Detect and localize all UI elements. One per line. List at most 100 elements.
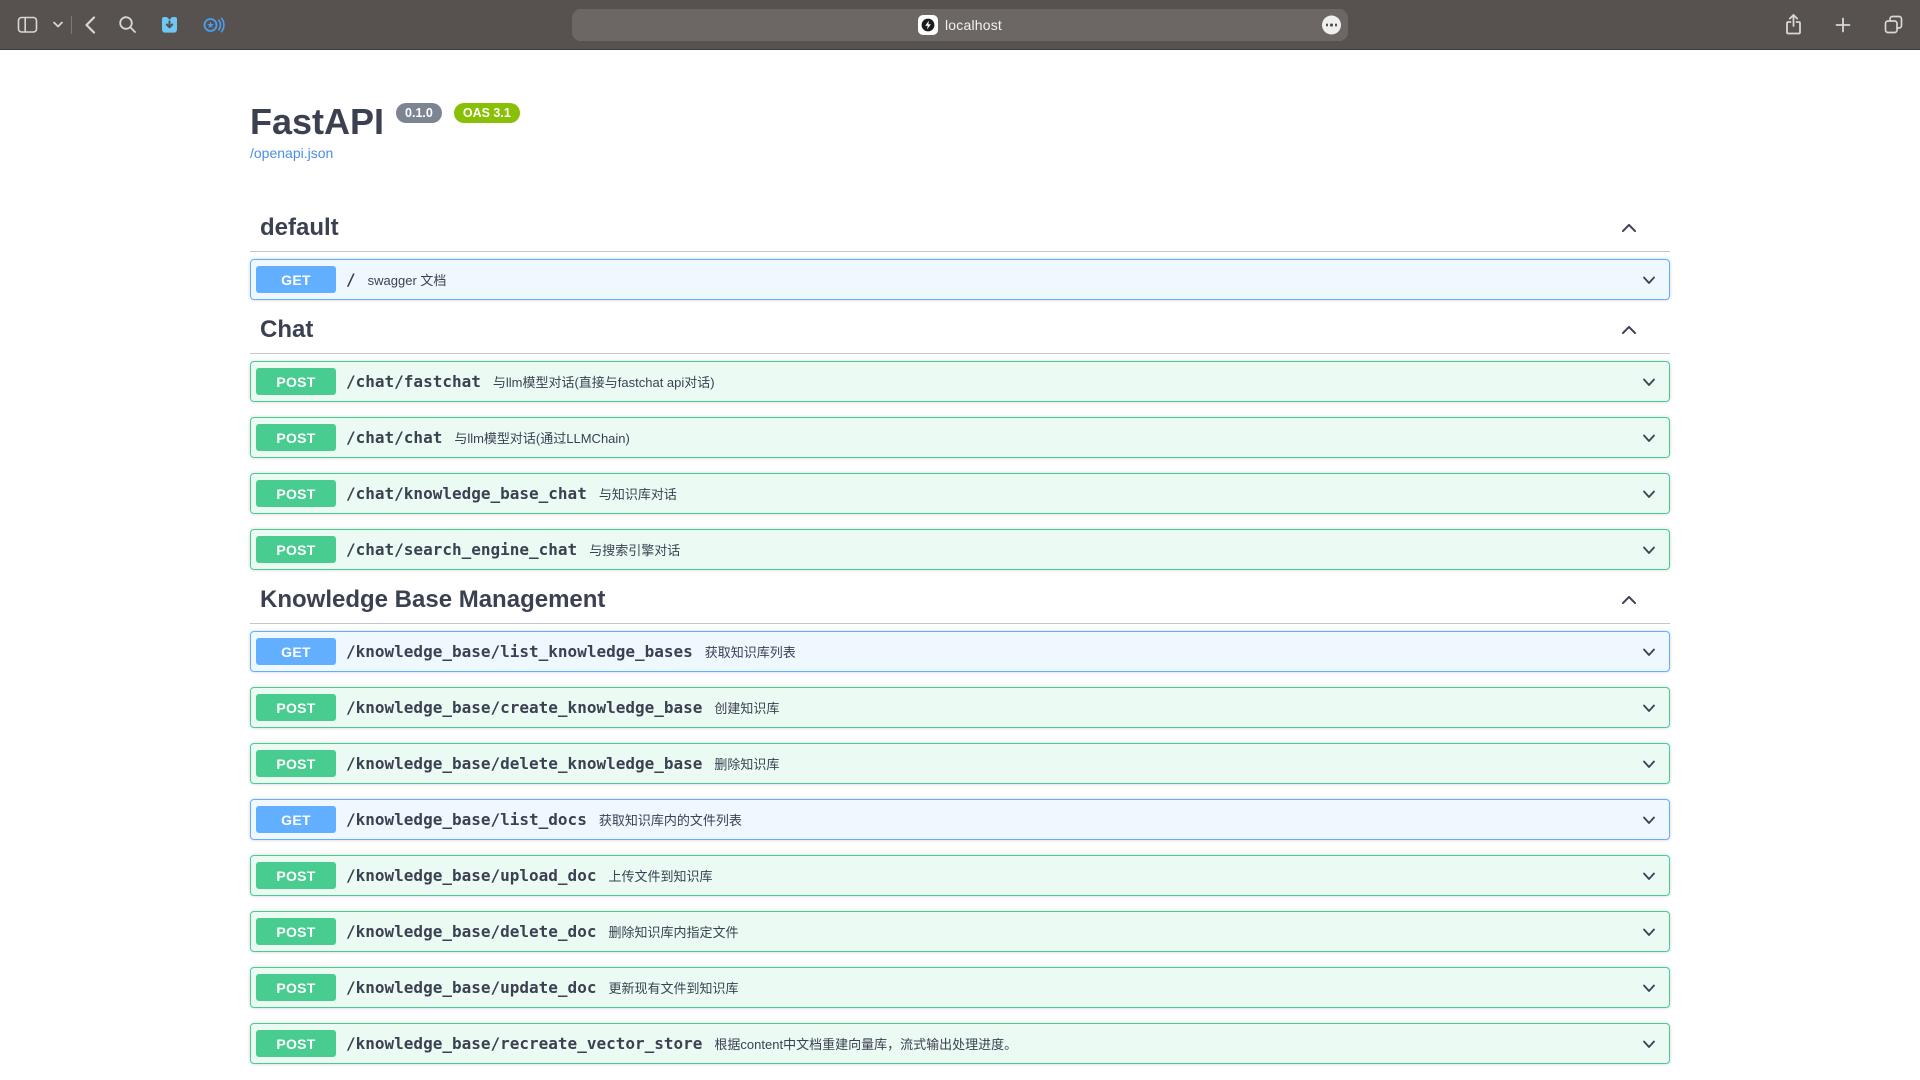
expand-chevron-down-icon[interactable] [1639, 978, 1659, 998]
site-favicon-icon [918, 15, 938, 35]
section-header-chat[interactable]: Chat [250, 315, 1670, 354]
endpoint-path: /chat/fastchat [346, 372, 481, 391]
section-chat: Chat POST /chat/fastchat 与llm模型对话(直接与fas… [250, 315, 1670, 570]
collapse-chevron-up-icon[interactable] [1618, 217, 1640, 239]
endpoint-row: POST /knowledge_base/delete_doc 删除知识库内指定… [250, 911, 1670, 952]
endpoint-row: POST /chat/knowledge_base_chat 与知识库对话 [250, 473, 1670, 514]
method-badge: POST [256, 750, 336, 777]
back-chevron-icon [84, 16, 96, 34]
extension-bookmark-icon [159, 15, 180, 35]
endpoint-row: POST /knowledge_base/delete_knowledge_ba… [250, 743, 1670, 784]
oas-badge: OAS 3.1 [454, 103, 520, 123]
chevron-down-icon [53, 21, 63, 28]
browser-toolbar: ★ localhost [0, 0, 1920, 50]
new-tab-button[interactable] [1835, 17, 1851, 33]
endpoint-row: GET / swagger 文档 [250, 259, 1670, 300]
collapse-chevron-up-icon[interactable] [1618, 319, 1640, 341]
expand-chevron-down-icon[interactable] [1639, 270, 1659, 290]
expand-chevron-down-icon[interactable] [1639, 866, 1659, 886]
endpoint-summary[interactable]: POST /knowledge_base/create_knowledge_ba… [251, 688, 1669, 727]
expand-chevron-down-icon[interactable] [1639, 1034, 1659, 1054]
endpoint-row: POST /chat/fastchat 与llm模型对话(直接与fastchat… [250, 361, 1670, 402]
method-badge: POST [256, 918, 336, 945]
endpoint-summary[interactable]: GET / swagger 文档 [251, 260, 1669, 299]
method-badge: GET [256, 638, 336, 665]
expand-chevron-down-icon[interactable] [1639, 428, 1659, 448]
endpoint-row: POST /chat/search_engine_chat 与搜索引擎对话 [250, 529, 1670, 570]
endpoint-row: POST /knowledge_base/upload_doc 上传文件到知识库 [250, 855, 1670, 896]
expand-chevron-down-icon[interactable] [1639, 642, 1659, 662]
expand-chevron-down-icon[interactable] [1639, 754, 1659, 774]
endpoint-path: /knowledge_base/update_doc [346, 978, 596, 997]
endpoint-summary[interactable]: POST /chat/knowledge_base_chat 与知识库对话 [251, 474, 1669, 513]
endpoint-description: 删除知识库 [714, 754, 779, 773]
expand-chevron-down-icon[interactable] [1639, 540, 1659, 560]
openapi-spec-link[interactable]: /openapi.json [250, 143, 333, 163]
api-info-block: FastAPI 0.1.0 OAS 3.1 /openapi.json [250, 50, 1670, 163]
endpoint-path: /knowledge_base/delete_doc [346, 922, 596, 941]
toolbar-divider [71, 16, 72, 34]
extension-broadcast-button[interactable]: ★ [202, 15, 226, 35]
share-button[interactable] [1784, 13, 1803, 36]
endpoint-summary[interactable]: GET /knowledge_base/list_knowledge_bases… [251, 632, 1669, 671]
endpoint-summary[interactable]: POST /chat/fastchat 与llm模型对话(直接与fastchat… [251, 362, 1669, 401]
endpoint-description: 删除知识库内指定文件 [608, 922, 738, 941]
expand-chevron-down-icon[interactable] [1639, 372, 1659, 392]
expand-chevron-down-icon[interactable] [1639, 810, 1659, 830]
endpoint-row: POST /chat/chat 与llm模型对话(通过LLMChain) [250, 417, 1670, 458]
endpoint-description: 获取知识库列表 [705, 642, 796, 661]
sidebar-menu-chevron-button[interactable] [53, 21, 63, 28]
endpoint-path: /knowledge_base/list_docs [346, 810, 587, 829]
page-title: FastAPI [250, 100, 384, 143]
endpoint-summary[interactable]: POST /knowledge_base/upload_doc 上传文件到知识库 [251, 856, 1669, 895]
section-title: Chat [260, 315, 313, 344]
section-knowledge-base-management: Knowledge Base Management GET /knowledge… [250, 585, 1670, 1064]
endpoint-path: /chat/chat [346, 428, 442, 447]
swagger-page: FastAPI 0.1.0 OAS 3.1 /openapi.json defa… [0, 50, 1920, 1079]
section-default: default GET / swagger 文档 [250, 213, 1670, 300]
method-badge: POST [256, 480, 336, 507]
endpoint-path: /knowledge_base/recreate_vector_store [346, 1034, 702, 1053]
api-title-row: FastAPI 0.1.0 OAS 3.1 [250, 100, 1670, 143]
method-badge: GET [256, 806, 336, 833]
page-menu-ellipsis-button[interactable] [1322, 16, 1341, 35]
expand-chevron-down-icon[interactable] [1639, 922, 1659, 942]
method-badge: POST [256, 536, 336, 563]
sidebar-toggle-button[interactable] [16, 13, 39, 36]
extension-broadcast-icon: ★ [202, 15, 226, 35]
method-badge: POST [256, 424, 336, 451]
endpoint-summary[interactable]: GET /knowledge_base/list_docs 获取知识库内的文件列… [251, 800, 1669, 839]
section-title: Knowledge Base Management [260, 585, 605, 614]
endpoint-summary[interactable]: POST /knowledge_base/delete_doc 删除知识库内指定… [251, 912, 1669, 951]
endpoint-row: GET /knowledge_base/list_docs 获取知识库内的文件列… [250, 799, 1670, 840]
tab-overview-icon [1883, 14, 1904, 35]
search-icon [118, 15, 137, 34]
section-header-knowledge-base-management[interactable]: Knowledge Base Management [250, 585, 1670, 624]
method-badge: POST [256, 694, 336, 721]
search-button[interactable] [118, 15, 137, 34]
endpoint-row: POST /knowledge_base/update_doc 更新现有文件到知… [250, 967, 1670, 1008]
back-button[interactable] [84, 16, 96, 34]
endpoint-summary[interactable]: POST /knowledge_base/delete_knowledge_ba… [251, 744, 1669, 783]
expand-chevron-down-icon[interactable] [1639, 484, 1659, 504]
endpoint-summary[interactable]: POST /knowledge_base/recreate_vector_sto… [251, 1024, 1669, 1063]
endpoint-summary[interactable]: POST /chat/chat 与llm模型对话(通过LLMChain) [251, 418, 1669, 457]
sidebar-icon [16, 13, 39, 36]
endpoint-description: 根据content中文档重建向量库，流式输出处理进度。 [714, 1034, 1017, 1053]
endpoint-path: /knowledge_base/create_knowledge_base [346, 698, 702, 717]
version-badge: 0.1.0 [396, 103, 442, 123]
endpoint-path: /knowledge_base/delete_knowledge_base [346, 754, 702, 773]
endpoint-description: 与搜索引擎对话 [589, 540, 680, 559]
section-header-default[interactable]: default [250, 213, 1670, 252]
endpoint-path: / [346, 270, 356, 289]
endpoint-summary[interactable]: POST /chat/search_engine_chat 与搜索引擎对话 [251, 530, 1669, 569]
extension-bookmark-button[interactable] [159, 15, 180, 35]
tab-overview-button[interactable] [1883, 14, 1904, 35]
endpoint-summary[interactable]: POST /knowledge_base/update_doc 更新现有文件到知… [251, 968, 1669, 1007]
method-badge: POST [256, 368, 336, 395]
share-icon [1784, 13, 1803, 36]
address-bar[interactable]: localhost [572, 9, 1348, 41]
expand-chevron-down-icon[interactable] [1639, 698, 1659, 718]
endpoint-description: 更新现有文件到知识库 [608, 978, 738, 997]
collapse-chevron-up-icon[interactable] [1618, 589, 1640, 611]
